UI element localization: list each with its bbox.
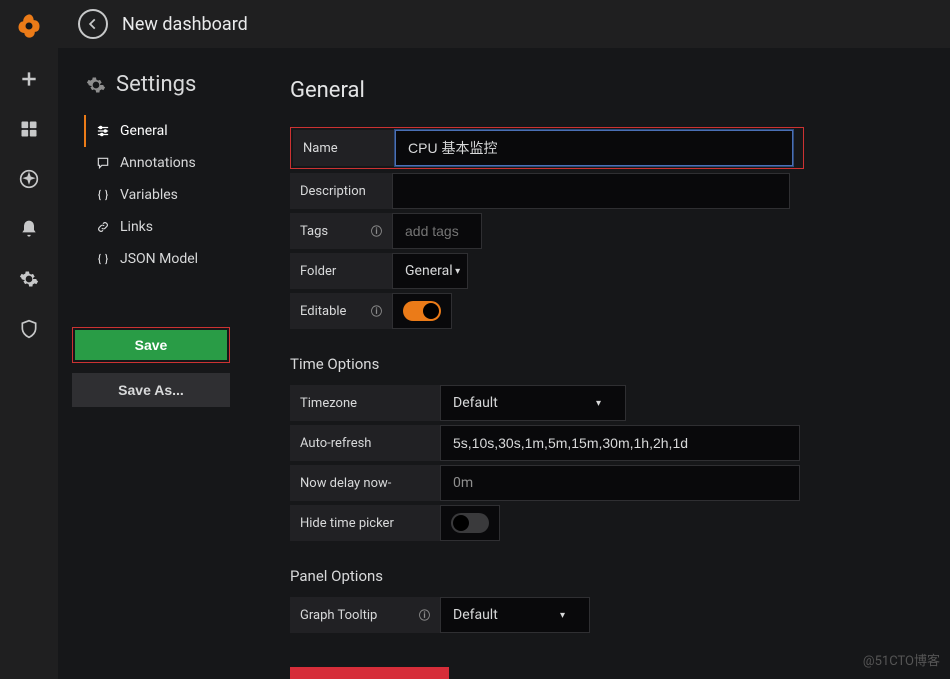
- watermark: @51CTO博客: [863, 650, 940, 669]
- explore-icon[interactable]: [18, 168, 40, 190]
- section-heading-panel: Panel Options: [290, 567, 910, 585]
- config-icon[interactable]: [18, 268, 40, 290]
- shield-icon[interactable]: [18, 318, 40, 340]
- editable-label: Editable ⓘ: [290, 293, 392, 329]
- braces-icon: [96, 188, 110, 202]
- section-heading-time: Time Options: [290, 355, 910, 373]
- sidebar-item-label: Links: [120, 219, 153, 235]
- nowdelay-label: Now delay now-: [290, 465, 440, 501]
- add-icon[interactable]: [18, 68, 40, 90]
- topbar: New dashboard: [58, 0, 950, 48]
- sidebar-item-label: General: [120, 123, 168, 139]
- link-icon: [96, 220, 110, 234]
- chevron-down-icon: ▾: [560, 610, 565, 621]
- folder-label: Folder: [290, 253, 392, 289]
- main-panel: General Name Description Tags ⓘ Folder G…: [262, 48, 950, 679]
- sidebar-item-annotations[interactable]: Annotations: [86, 147, 262, 179]
- content: Settings General Annotations Variables L…: [58, 48, 950, 679]
- alert-icon[interactable]: [18, 218, 40, 240]
- chevron-down-icon: ▾: [596, 398, 601, 409]
- editable-toggle[interactable]: [403, 301, 441, 321]
- nowdelay-input[interactable]: 0m: [440, 465, 800, 501]
- description-label: Description: [290, 173, 392, 209]
- gear-icon: Settings: [116, 72, 196, 97]
- delete-dashboard-button[interactable]: Delete Dashboard: [290, 667, 449, 679]
- tooltip-select[interactable]: Default▾: [440, 597, 590, 633]
- folder-select[interactable]: General ▾: [392, 253, 468, 289]
- name-row-highlight: Name: [290, 127, 804, 169]
- page-title: New dashboard: [122, 14, 248, 35]
- left-nav-rail: [0, 0, 58, 679]
- autorefresh-label: Auto-refresh: [290, 425, 440, 461]
- sidebar-item-variables[interactable]: Variables: [86, 179, 262, 211]
- settings-heading: Settings: [86, 72, 262, 97]
- timezone-select[interactable]: Default▾: [440, 385, 626, 421]
- code-icon: [96, 252, 110, 266]
- sidebar-item-general[interactable]: General: [84, 115, 262, 147]
- section-heading-general: General: [290, 78, 910, 103]
- settings-sidebar: Settings General Annotations Variables L…: [58, 48, 262, 679]
- back-button[interactable]: [78, 9, 108, 39]
- sidebar-item-label: Annotations: [120, 155, 196, 171]
- save-button-highlight: Save: [72, 327, 230, 363]
- info-icon[interactable]: ⓘ: [419, 607, 430, 623]
- save-as-button[interactable]: Save As...: [72, 373, 230, 407]
- comment-icon: [96, 156, 110, 170]
- name-label: Name: [293, 130, 395, 166]
- sidebar-item-links[interactable]: Links: [86, 211, 262, 243]
- tooltip-label: Graph Tooltip ⓘ: [290, 597, 440, 633]
- description-input[interactable]: [392, 173, 790, 209]
- sidebar-item-label: Variables: [120, 187, 178, 203]
- autorefresh-input[interactable]: [440, 425, 800, 461]
- tags-input[interactable]: [392, 213, 482, 249]
- name-input[interactable]: [395, 130, 793, 166]
- dashboards-icon[interactable]: [18, 118, 40, 140]
- grafana-logo-icon[interactable]: [15, 12, 43, 40]
- save-button[interactable]: Save: [75, 330, 227, 360]
- hidepicker-toggle[interactable]: [451, 513, 489, 533]
- timezone-label: Timezone: [290, 385, 440, 421]
- sliders-icon: [96, 124, 110, 138]
- hidepicker-label: Hide time picker: [290, 505, 440, 541]
- sidebar-item-label: JSON Model: [120, 251, 198, 267]
- sidebar-item-json-model[interactable]: JSON Model: [86, 243, 262, 275]
- chevron-down-icon: ▾: [453, 266, 461, 277]
- info-icon[interactable]: ⓘ: [371, 223, 382, 239]
- info-icon[interactable]: ⓘ: [371, 303, 382, 319]
- tags-label: Tags ⓘ: [290, 213, 392, 249]
